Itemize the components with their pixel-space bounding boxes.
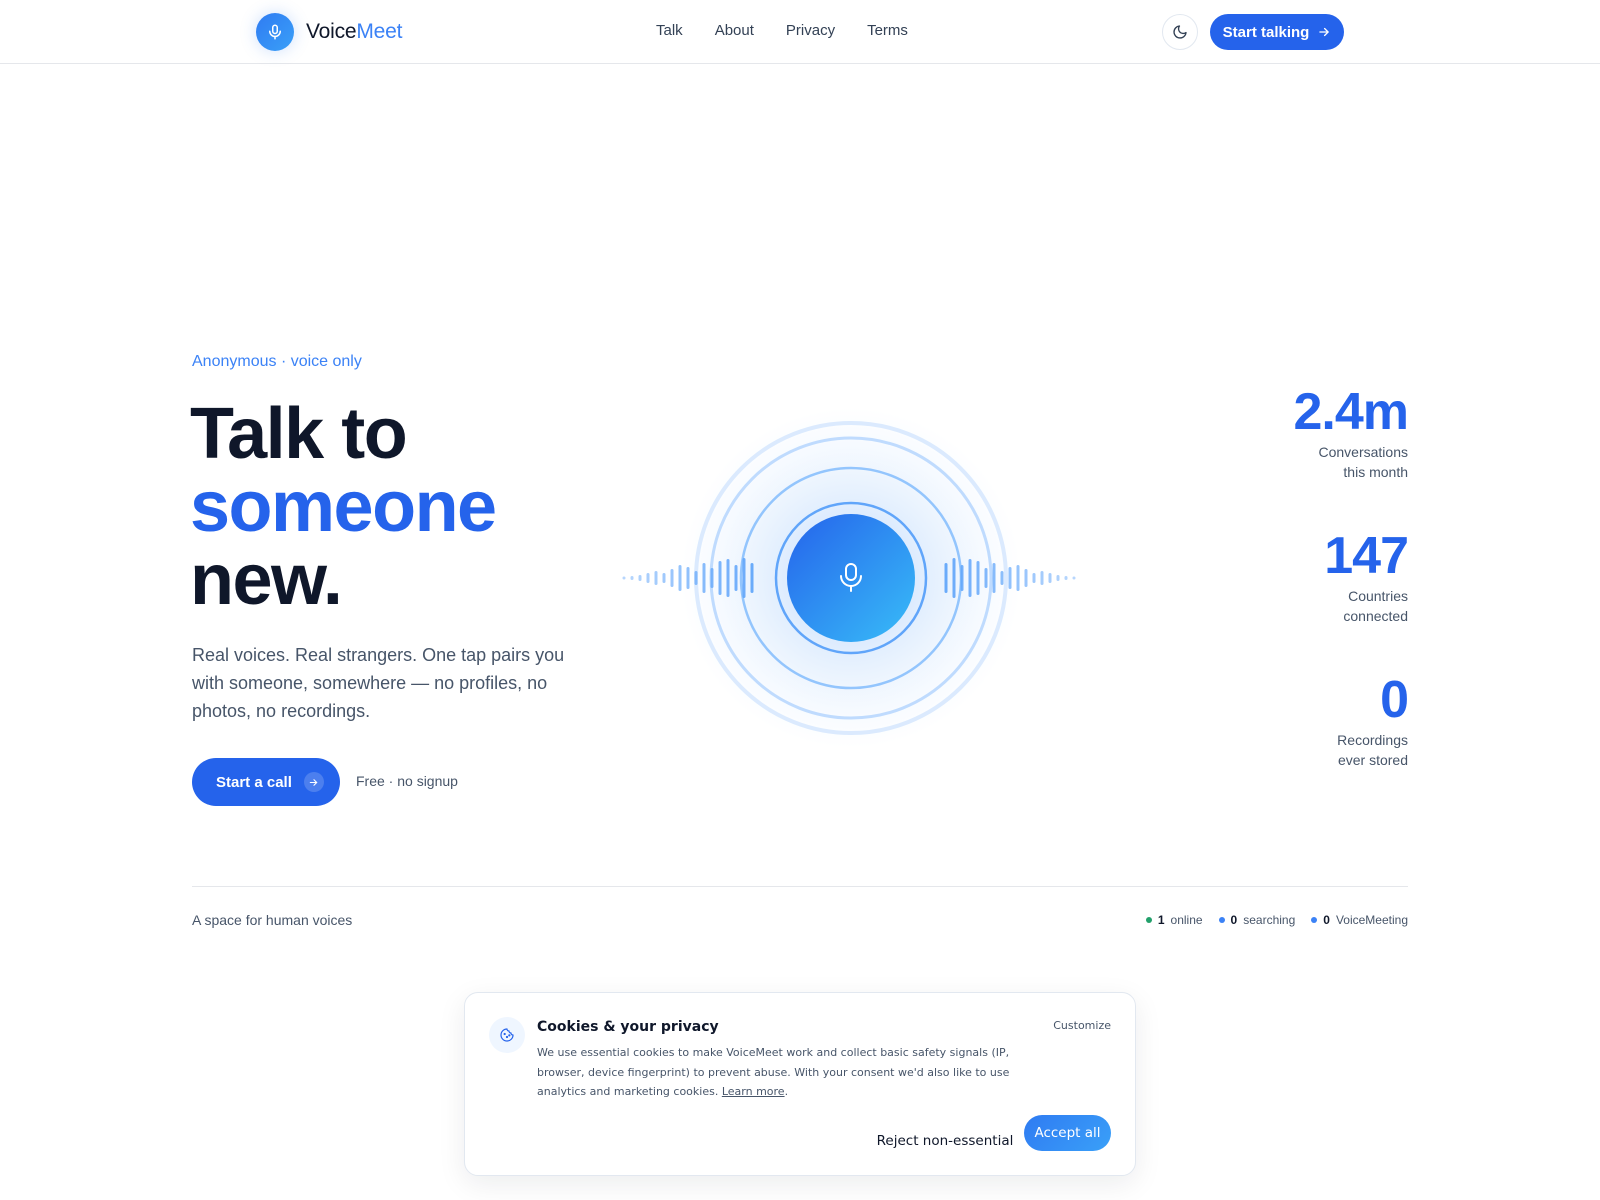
waveform-bar [1000,571,1004,585]
hero-headline: Talk to someone new. [190,398,497,620]
waveform-bar [710,568,714,588]
theme-toggle-button[interactable] [1162,14,1198,50]
presence-label: VoiceMeeting [1335,913,1408,927]
presence-online: 1 online [1145,913,1203,927]
waveform-bar [1056,575,1060,581]
accept-all-button[interactable]: Accept all [1024,1115,1111,1151]
waveform-bar [1016,565,1020,591]
start-talking-label: Start talking [1222,23,1310,41]
cookie-description: We use essential cookies to make VoiceMe… [537,1046,1010,1098]
waveform-bar [952,558,956,598]
waveform-bar [646,573,650,583]
waveform-bar [960,565,964,591]
waveform-bar [968,559,972,597]
brand-name-accent: Meet [356,20,403,43]
section-divider [192,886,1408,887]
waveform-bar [686,567,690,589]
stat-value: 0 [1380,671,1409,729]
start-call-label: Start a call [216,773,292,791]
waveform-bar [670,569,674,587]
start-call-button[interactable]: Start a call [192,758,340,806]
brand-logo[interactable]: VoiceMeet [256,13,402,51]
waveform-bar [622,576,626,580]
headline-line-1: Talk to [190,394,408,474]
hero-eyebrow: Anonymous · voice only [192,353,362,370]
waveform-bar [734,565,738,591]
hero-description: Real voices. Real strangers. One tap pai… [192,645,565,721]
presence-label: searching [1243,913,1296,927]
waveform-bar [630,576,634,580]
headline-line-2: someone [190,467,497,547]
stat-label-line2: this month [1343,464,1408,480]
waveform-bar [1064,576,1068,580]
waveform-bar [678,565,682,591]
waveform-bar [694,571,698,585]
waveform-bar [1008,567,1012,589]
waveform-bar [976,561,980,595]
stat-label-line1: Recordings [1337,732,1408,748]
presence-voicemeeting: 0 VoiceMeeting [1311,913,1408,927]
microphone-icon [256,13,294,51]
stat-label-line2: ever stored [1337,752,1408,768]
waveform-bar [638,575,642,581]
voice-visual [610,370,1090,790]
waveform-bar [742,558,746,598]
main-nav: Talk About Privacy Terms [656,22,908,39]
waveform-bar [750,563,754,593]
nav-link-about[interactable]: About [715,22,754,39]
start-talking-button[interactable]: Start talking [1210,14,1344,50]
site-header: VoiceMeet Talk About Privacy Terms Start… [0,0,1600,64]
waveform-bar [718,561,722,595]
waveform-bar [1072,576,1076,580]
cookie-title: Cookies & your privacy [537,1019,719,1035]
status-dot [1311,917,1318,923]
presence-searching: 0 searching [1218,913,1296,927]
tagline: A space for human voices [192,912,353,928]
waveform-bar [654,571,658,585]
reject-non-essential-button[interactable]: Reject non-essential [875,1123,1015,1159]
nav-link-talk[interactable]: Talk [656,22,683,39]
status-dot [1218,917,1225,923]
presence-label: online [1170,913,1203,927]
record-orb[interactable] [787,514,915,642]
waveform-bar [1032,573,1036,583]
customize-link[interactable]: Customize [1053,1019,1111,1032]
arrow-right-icon [1319,27,1330,37]
nav-link-terms[interactable]: Terms [867,22,908,39]
waveform-bar [702,563,706,593]
stat-label-line2: connected [1343,608,1408,624]
stat-countries: 147 Countries connected [1324,527,1409,626]
brand-name-prefix: Voice [306,20,357,43]
stat-label-line1: Conversations [1318,444,1409,460]
waveform-bar [1048,573,1052,583]
stat-label-line1: Countries [1348,588,1408,604]
learn-more-link[interactable]: Learn more [722,1085,785,1098]
brand-name: VoiceMeet [306,20,402,44]
waveform-bar [944,563,948,593]
voice-orb-graphic [622,408,1076,748]
waveform-bar [726,559,730,597]
presence-indicators: 1 online 0 searching 0 VoiceMeeting [1145,913,1408,927]
moon-icon [1173,25,1187,39]
waveform-bar [984,568,988,588]
waveform-bar [992,563,996,593]
presence-count: 0 [1230,913,1238,927]
headline-line-3: new. [190,540,343,620]
stat-value: 147 [1324,527,1409,585]
stat-recordings: 0 Recordings ever stored [1337,671,1409,770]
arrow-right-icon [303,772,324,792]
cookie-banner: Cookies & your privacy Customize We use … [464,992,1136,1176]
waveform-bar [662,573,666,583]
stat-conversations: 2.4m Conversations this month [1293,383,1409,482]
stat-value: 2.4m [1293,383,1409,441]
status-dot [1145,917,1152,923]
presence-count: 1 [1157,913,1165,927]
waveform-bar [1040,571,1044,585]
waveform-bar [1024,569,1028,587]
nav-link-privacy[interactable]: Privacy [786,22,835,39]
cookie-icon [489,1017,525,1053]
free-note: Free · no signup [356,773,458,789]
presence-count: 0 [1323,913,1330,927]
